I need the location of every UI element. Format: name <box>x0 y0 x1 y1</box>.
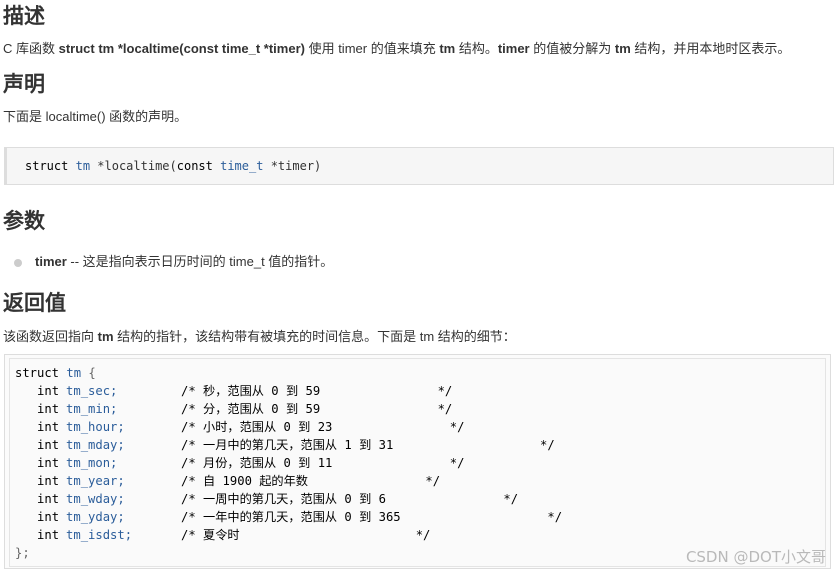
return-text: 该函数返回指向 tm 结构的指针，该结构带有被填充的时间信息。下面是 tm 结构… <box>3 328 516 346</box>
describe-mid2: 结构。 <box>455 41 498 56</box>
param-name: timer <box>35 254 67 269</box>
field-type: int <box>37 492 60 506</box>
describe-heading: 描述 <box>3 4 45 28</box>
return-tm: tm <box>97 329 114 344</box>
code-text: *localtime( <box>90 159 177 173</box>
parameters-list: timer -- 这是指向表示日历时间的 time_t 值的指针。 <box>14 253 333 271</box>
describe-tm1: tm <box>439 41 456 56</box>
field-comment: /* 自 1900 起的年数 */ <box>181 474 441 488</box>
code-line: int tm_year; /* 自 1900 起的年数 */ <box>15 472 440 490</box>
describe-tm2: tm <box>614 41 631 56</box>
code-keyword: struct <box>25 159 69 173</box>
return-heading: 返回值 <box>3 291 66 315</box>
code-text: *timer) <box>263 159 322 173</box>
code-line: int tm_min; /* 分，范围从 0 到 59 */ <box>15 400 452 418</box>
declaration-text: 下面是 localtime() 函数的声明。 <box>3 109 188 124</box>
describe-timer: timer <box>497 41 530 56</box>
field-type: int <box>37 474 60 488</box>
describe-text: C 库函数 struct tm *localtime(const time_t … <box>3 40 790 58</box>
field-comment: /* 夏令时 */ <box>181 528 431 542</box>
field-type: int <box>37 402 60 416</box>
describe-signature: struct tm *localtime(const time_t *timer… <box>58 41 305 56</box>
describe-prefix: C 库函数 <box>3 41 59 56</box>
param-description: -- 这是指向表示日历时间的 time_t 值的指针。 <box>66 254 334 269</box>
bullet-icon <box>14 259 22 267</box>
code-line: int tm_isdst; /* 夏令时 */ <box>15 526 430 544</box>
code-keyword: struct <box>15 366 60 380</box>
field-comment: /* 一周中的第几天，范围从 0 到 6 */ <box>181 492 519 506</box>
watermark: CSDN @DOT小文哥 <box>685 548 826 566</box>
field-name: tm_hour; <box>66 420 125 434</box>
field-type: int <box>37 510 60 524</box>
field-name: tm_min; <box>66 402 118 416</box>
code-line: int tm_mday; /* 一月中的第几天，范围从 1 到 31 */ <box>15 436 555 454</box>
code-type: tm <box>66 366 82 380</box>
field-name: tm_sec; <box>66 384 118 398</box>
field-comment: /* 一月中的第几天，范围从 1 到 31 */ <box>181 438 555 452</box>
field-type: int <box>37 438 60 452</box>
field-comment: /* 秒，范围从 0 到 59 */ <box>181 384 453 398</box>
field-comment: /* 小时，范围从 0 到 23 */ <box>181 420 465 434</box>
field-name: tm_isdst; <box>66 528 133 542</box>
describe-suffix: 结构，并用本地时区表示。 <box>630 41 791 56</box>
code-line: int tm_mon; /* 月份，范围从 0 到 11 */ <box>15 454 464 472</box>
field-comment: /* 分，范围从 0 到 59 */ <box>181 402 453 416</box>
declaration-code: struct tm *localtime(const time_t *timer… <box>25 159 321 173</box>
code-line: int tm_wday; /* 一周中的第几天，范围从 0 到 6 */ <box>15 490 518 508</box>
field-name: tm_wday; <box>66 492 125 506</box>
code-punctuation: { <box>81 366 96 380</box>
field-name: tm_year; <box>66 474 125 488</box>
code-type: tm <box>75 159 91 173</box>
code-line: int tm_hour; /* 小时，范围从 0 到 23 */ <box>15 418 464 436</box>
field-comment: /* 月份，范围从 0 到 11 */ <box>181 456 465 470</box>
return-prefix: 该函数返回指向 <box>3 329 98 344</box>
code-punctuation: }; <box>15 546 30 560</box>
field-name: tm_yday; <box>66 510 125 524</box>
field-comment: /* 一年中的第几天，范围从 0 到 365 */ <box>181 510 563 524</box>
code-keyword: const <box>176 159 213 173</box>
code-line: }; <box>15 544 30 562</box>
field-type: int <box>37 420 60 434</box>
list-item: timer -- 这是指向表示日历时间的 time_t 值的指针。 <box>14 253 333 271</box>
return-suffix: 结构的指针，该结构带有被填充的时间信息。下面是 tm 结构的细节： <box>113 329 516 344</box>
code-type: time_t <box>220 159 264 173</box>
declaration-heading: 声明 <box>3 72 45 96</box>
parameters-heading: 参数 <box>3 209 45 233</box>
declaration-code-block: struct tm *localtime(const time_t *timer… <box>4 147 834 185</box>
describe-mid3: 的值被分解为 <box>529 41 615 56</box>
tm-struct-code-block: struct tm { int tm_sec; /* 秒，范围从 0 到 59 */… <box>4 354 831 569</box>
code-line: int tm_sec; /* 秒，范围从 0 到 59 */ <box>15 382 452 400</box>
field-name: tm_mday; <box>66 438 125 452</box>
field-type: int <box>37 528 60 542</box>
field-name: tm_mon; <box>66 456 118 470</box>
code-line: int tm_yday; /* 一年中的第几天，范围从 0 到 365 */ <box>15 508 562 526</box>
field-type: int <box>37 456 60 470</box>
field-type: int <box>37 384 60 398</box>
code-line: struct tm { <box>15 364 96 382</box>
describe-mid1: 使用 timer 的值来填充 <box>304 41 440 56</box>
